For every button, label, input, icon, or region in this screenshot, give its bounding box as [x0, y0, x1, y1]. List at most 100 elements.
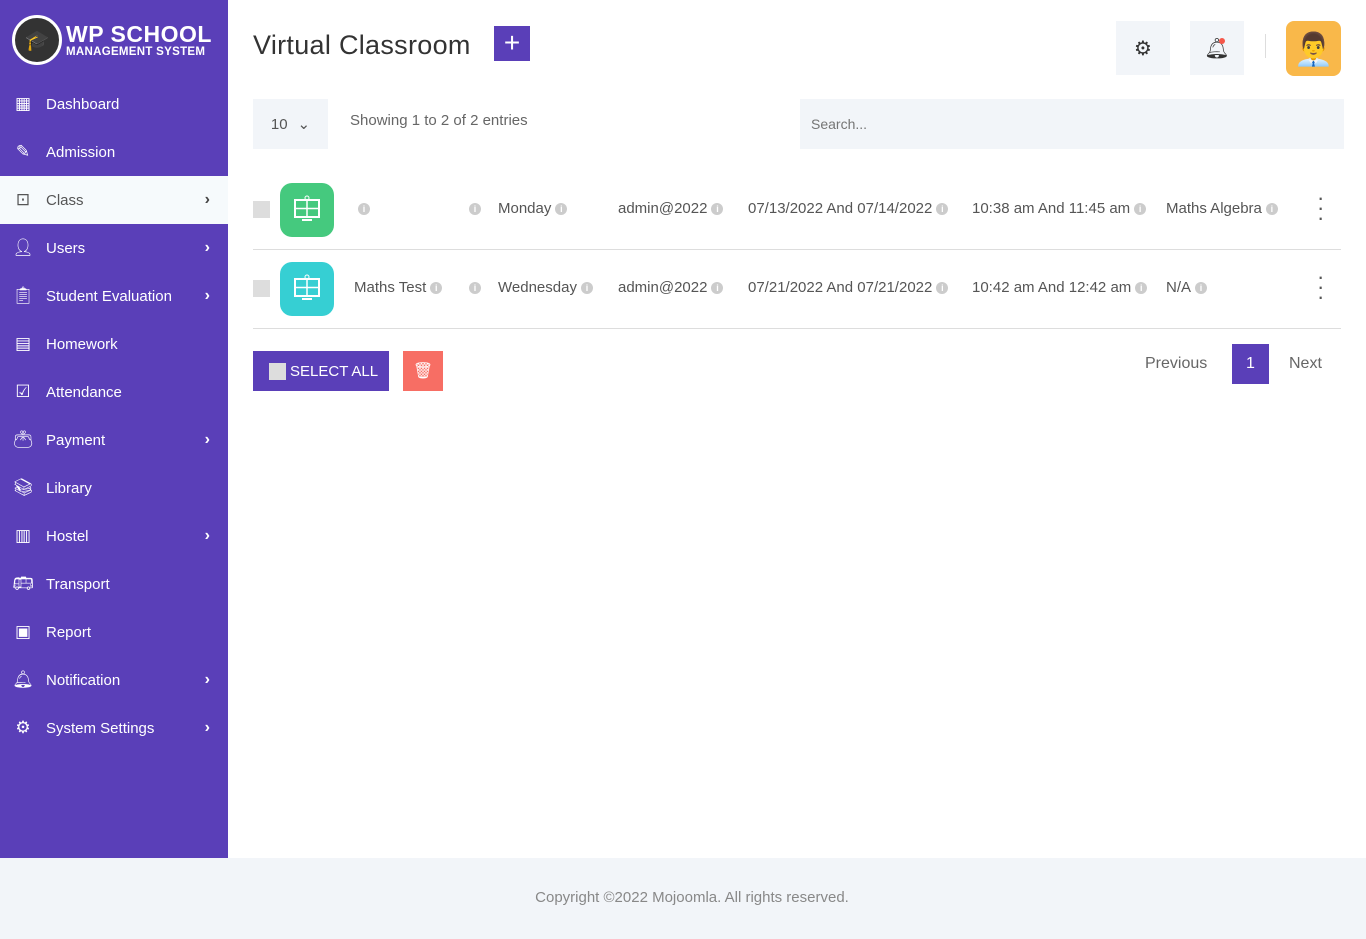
info-icon[interactable]: i — [936, 203, 949, 215]
bell-icon: 🔔︎ — [1204, 37, 1230, 60]
sidebar-item-label: Hostel — [46, 527, 89, 545]
cell-times: 10:38 am And 11:45 am i — [972, 200, 1147, 217]
sidebar-item-admission[interactable]: ✎ Admission — [0, 128, 228, 176]
row-checkbox[interactable] — [253, 280, 270, 297]
user-icon: 👤︎ — [12, 238, 34, 257]
check-clipboard-icon: ☑ — [15, 382, 31, 401]
virtual-classroom-icon — [280, 262, 334, 316]
brand-logo[interactable]: 🎓 WP SCHOOL MANAGEMENT SYSTEM — [0, 0, 228, 80]
sidebar-item-library[interactable]: 📚︎ Library — [0, 464, 228, 512]
sidebar-item-label: Report — [46, 623, 92, 641]
gear-icon: ⚙ — [1134, 37, 1152, 60]
info-icon[interactable]: i — [358, 203, 370, 215]
table-row: i i Monday i admin@2022 i 07/13/2022 And 07/14… — [253, 171, 1341, 250]
cell-col2: i — [465, 200, 481, 217]
cell-day: Wednesday i — [498, 279, 593, 296]
more-options-icon[interactable]: · · · — [1317, 187, 1324, 229]
info-icon[interactable]: i — [1135, 282, 1148, 294]
add-classroom-button[interactable]: + — [494, 26, 530, 61]
sidebar-item-attendance[interactable]: ☑ Attendance — [0, 368, 228, 416]
info-icon[interactable]: i — [936, 282, 949, 294]
graduation-cap-icon: 🎓 — [12, 15, 62, 65]
chevron-right-icon: › — [204, 719, 210, 736]
info-icon[interactable]: i — [469, 203, 481, 215]
cell-name: i — [354, 200, 370, 217]
next-page-button[interactable]: Next — [1289, 344, 1322, 384]
page-1-button[interactable]: 1 — [1232, 344, 1269, 384]
row-checkbox[interactable] — [253, 201, 270, 218]
cell-dates: 07/21/2022 And 07/21/2022 i — [748, 279, 949, 296]
virtual-classroom-icon — [280, 183, 334, 237]
cell-text: 10:42 am And 12:42 am — [972, 279, 1132, 296]
delete-button[interactable]: 🗑︎ — [403, 351, 443, 391]
sidebar-item-label: System Settings — [46, 719, 155, 737]
sidebar-item-payment[interactable]: 👛︎ Payment › — [0, 416, 228, 464]
sidebar-item-dashboard[interactable]: ▦ Dashboard — [0, 80, 228, 128]
info-icon[interactable]: i — [711, 282, 724, 294]
info-icon[interactable]: i — [469, 282, 481, 294]
brand-subtitle: MANAGEMENT SYSTEM — [66, 46, 206, 58]
sidebar-item-users[interactable]: 👤︎ Users › — [0, 224, 228, 272]
notifications-button[interactable]: 🔔︎ — [1190, 21, 1244, 75]
clipboard-icon: 📋︎ — [12, 286, 34, 305]
info-icon[interactable]: i — [555, 203, 568, 215]
select-all-button[interactable]: SELECT ALL — [253, 351, 389, 391]
avatar[interactable]: 👨‍💼 — [1286, 21, 1341, 76]
cell-text: admin@2022 — [618, 200, 708, 217]
cell-text: Wednesday — [498, 279, 577, 296]
footer: Copyright ©2022 Mojoomla. All rights res… — [0, 858, 1366, 939]
cell-text: 07/21/2022 And 07/21/2022 — [748, 279, 933, 296]
page-title: Virtual Classroom — [253, 30, 471, 60]
info-icon[interactable]: i — [711, 203, 724, 215]
page-length-select[interactable]: 10 ⌄ — [253, 99, 328, 149]
hostel-icon: ▥ — [14, 526, 32, 545]
brand-title: WP SCHOOL — [66, 21, 212, 47]
previous-page-button[interactable]: Previous — [1145, 344, 1207, 384]
info-icon[interactable]: i — [1265, 203, 1278, 215]
info-icon[interactable]: i — [1195, 282, 1208, 294]
info-icon[interactable]: i — [580, 282, 593, 294]
more-options-icon[interactable]: · · · — [1317, 266, 1324, 308]
chevron-right-icon: › — [204, 527, 210, 544]
sidebar-item-system-settings[interactable]: ⚙ System Settings › — [0, 704, 228, 752]
chevron-right-icon: › — [204, 239, 210, 256]
chevron-right-icon: › — [204, 431, 210, 448]
cell-text: Maths Test — [354, 279, 427, 296]
checkbox-icon — [269, 362, 286, 380]
sidebar-item-student-evaluation[interactable]: 📋︎ Student Evaluation › — [0, 272, 228, 320]
search-input[interactable] — [800, 99, 1344, 149]
chevron-right-icon: › — [204, 191, 210, 208]
form-icon: ✎ — [15, 142, 31, 161]
info-icon[interactable]: i — [1134, 203, 1147, 215]
divider — [1265, 34, 1266, 58]
sidebar-item-label: Class — [46, 191, 84, 209]
sidebar-item-label: Homework — [46, 335, 118, 353]
cell-text: 10:38 am And 11:45 am — [972, 200, 1131, 217]
sidebar-item-label: Attendance — [46, 383, 122, 401]
report-icon: ▣ — [14, 622, 32, 641]
cell-subject: N/A i — [1166, 279, 1208, 296]
sidebar-item-label: Users — [46, 239, 86, 257]
settings-button[interactable]: ⚙ — [1116, 21, 1170, 75]
entries-info: Showing 1 to 2 of 2 entries — [350, 112, 528, 129]
cell-text: admin@2022 — [618, 279, 708, 296]
sidebar-item-label: Notification — [46, 671, 121, 689]
wallet-icon: 👛︎ — [12, 430, 34, 449]
cell-text: N/A — [1166, 279, 1192, 296]
sidebar-item-notification[interactable]: 🔔︎ Notification › — [0, 656, 228, 704]
info-icon[interactable]: i — [430, 282, 443, 294]
sidebar-item-homework[interactable]: ▤ Homework — [0, 320, 228, 368]
sidebar-item-label: Library — [46, 479, 92, 497]
sidebar-item-label: Transport — [46, 575, 110, 593]
sidebar-item-label: Payment — [46, 431, 106, 449]
sidebar-item-transport[interactable]: 🚌︎ Transport — [0, 560, 228, 608]
sidebar-item-hostel[interactable]: ▥ Hostel › — [0, 512, 228, 560]
teacher-board-icon: ⊡ — [15, 190, 31, 209]
sidebar-item-report[interactable]: ▣ Report — [0, 608, 228, 656]
cell-created-by: admin@2022 i — [618, 200, 724, 217]
chevron-right-icon: › — [204, 287, 210, 304]
sidebar-item-class[interactable]: ⊡ Class › — [0, 176, 228, 224]
table-row: Maths Test i i Wednesday i admin@2022 i 07/21/2… — [253, 250, 1341, 329]
books-icon: 📚︎ — [12, 478, 34, 497]
cell-text: Monday — [498, 200, 552, 217]
